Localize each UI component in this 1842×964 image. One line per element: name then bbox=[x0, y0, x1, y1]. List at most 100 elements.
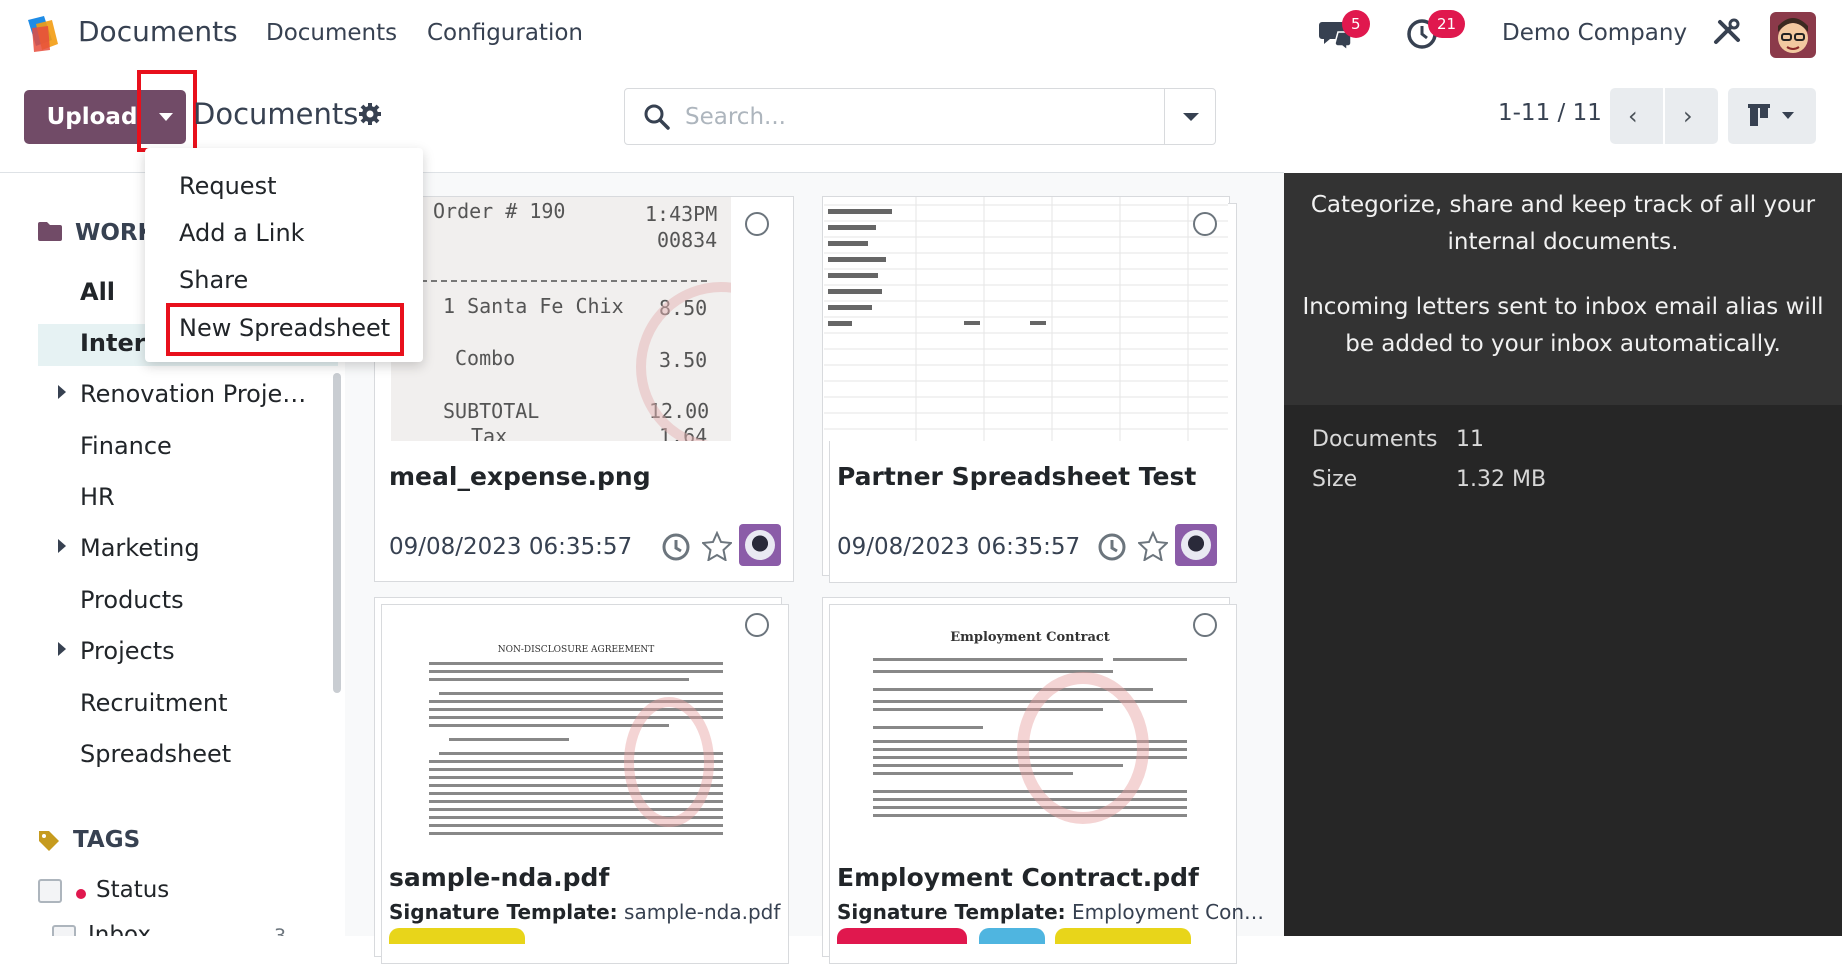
sidebar-item-projects[interactable]: Projects bbox=[80, 637, 175, 665]
documents-app-logo[interactable] bbox=[22, 14, 62, 54]
chevron-left-icon: ‹ bbox=[1628, 102, 1638, 130]
signature-template-label: Signature Template: bbox=[389, 900, 618, 924]
sidebar-item-recruitment[interactable]: Recruitment bbox=[80, 689, 227, 717]
pager-value[interactable]: 1-11 / 11 bbox=[1498, 100, 1602, 126]
document-card[interactable]: Partner Spreadsheet Test 09/08/2023 06:3… bbox=[822, 196, 1237, 583]
menu-item-share[interactable]: Share bbox=[179, 266, 248, 294]
pager-previous-button[interactable]: ‹ bbox=[1610, 88, 1663, 144]
signature-template-line: Signature Template: sample-nda.pdf bbox=[389, 900, 780, 924]
menu-configuration[interactable]: Configuration bbox=[427, 20, 583, 46]
star-icon[interactable] bbox=[702, 531, 732, 561]
select-radio[interactable] bbox=[1193, 212, 1217, 236]
workspace-header: WORK bbox=[75, 220, 156, 246]
signature-template-line: Signature Template: Employment Con… bbox=[837, 900, 1264, 924]
user-avatar[interactable] bbox=[1770, 12, 1816, 58]
messages-badge: 5 bbox=[1342, 10, 1370, 38]
search-bar[interactable]: Search... bbox=[624, 88, 1216, 145]
clock-icon[interactable] bbox=[661, 532, 691, 562]
pager-next-button[interactable]: › bbox=[1665, 88, 1718, 144]
owner-avatar[interactable] bbox=[739, 524, 781, 566]
company-switcher[interactable]: Demo Company bbox=[1502, 20, 1687, 46]
signature-template-value: sample-nda.pdf bbox=[624, 900, 781, 924]
intro-text-1: Categorize, share and keep track of all … bbox=[1310, 192, 1816, 255]
document-date: 09/08/2023 06:35:57 bbox=[389, 534, 633, 560]
star-icon[interactable] bbox=[1138, 531, 1168, 561]
owner-avatar[interactable] bbox=[1175, 524, 1217, 566]
select-radio[interactable] bbox=[745, 613, 769, 637]
tag-icon bbox=[39, 831, 59, 851]
tag-pill[interactable] bbox=[389, 928, 525, 944]
expand-caret-icon[interactable] bbox=[58, 385, 66, 399]
sidebar-item-finance[interactable]: Finance bbox=[80, 432, 172, 460]
receipt-time: 1:43PM bbox=[645, 202, 717, 226]
tag-inbox-count: 3 bbox=[274, 925, 287, 936]
stat-size-label: Size bbox=[1312, 467, 1358, 492]
tag-inbox-label[interactable]: Inbox bbox=[88, 922, 151, 936]
clock-icon[interactable] bbox=[1097, 532, 1127, 562]
tag-inbox-checkbox[interactable] bbox=[52, 925, 76, 936]
details-panel: Categorize, share and keep track of all … bbox=[1284, 173, 1842, 936]
intro-text-2: Incoming letters sent to inbox email ali… bbox=[1302, 294, 1824, 357]
receipt-line2-price: 3.50 bbox=[659, 348, 707, 372]
document-name[interactable]: sample-nda.pdf bbox=[389, 863, 609, 892]
view-switcher-button[interactable] bbox=[1728, 88, 1816, 144]
signature-template-value: Employment Con… bbox=[1072, 900, 1265, 924]
sidebar-scrollbar[interactable] bbox=[333, 373, 341, 693]
document-name[interactable]: Partner Spreadsheet Test bbox=[837, 462, 1196, 491]
document-card[interactable]: Order # 190 1:43PM 00834 1 Santa Fe Chix… bbox=[374, 196, 794, 582]
sidebar-item-hr[interactable]: HR bbox=[80, 483, 115, 511]
tag-status-label[interactable]: Status bbox=[96, 877, 169, 903]
receipt-line2: Combo bbox=[455, 346, 515, 370]
tags-header: TAGS bbox=[73, 827, 141, 853]
select-radio[interactable] bbox=[1193, 613, 1217, 637]
status-dot bbox=[76, 889, 86, 899]
tag-status-checkbox[interactable] bbox=[38, 879, 62, 903]
menu-documents[interactable]: Documents bbox=[266, 20, 397, 46]
search-options-toggle[interactable] bbox=[1164, 88, 1216, 145]
nda-thumb-title: NON-DISCLOSURE AGREEMENT bbox=[498, 645, 655, 655]
sidebar-item-spreadsheet[interactable]: Spreadsheet bbox=[80, 740, 231, 768]
activities-badge: 21 bbox=[1428, 10, 1466, 38]
stat-documents-label: Documents bbox=[1312, 427, 1438, 452]
receipt-thumbnail: Order # 190 1:43PM 00834 1 Santa Fe Chix… bbox=[391, 197, 731, 441]
select-radio[interactable] bbox=[745, 212, 769, 236]
highlight-upload-toggle bbox=[137, 70, 197, 152]
menu-item-request[interactable]: Request bbox=[179, 172, 277, 200]
sidebar-item-all[interactable]: All bbox=[80, 278, 115, 306]
breadcrumb-title: Documents bbox=[193, 97, 359, 131]
menu-item-add-link[interactable]: Add a Link bbox=[179, 219, 305, 247]
top-navbar: Documents Documents Configuration 5 21 D… bbox=[0, 0, 1842, 66]
receipt-tax-label: Tax bbox=[471, 424, 507, 441]
signature-template-label: Signature Template: bbox=[837, 900, 1066, 924]
tag-pill[interactable] bbox=[837, 928, 967, 944]
document-card[interactable]: Employment Contract Employment Contract.… bbox=[822, 597, 1264, 964]
document-name[interactable]: meal_expense.png bbox=[389, 462, 651, 491]
receipt-subtotal-label: SUBTOTAL bbox=[443, 399, 539, 423]
nda-thumbnail: NON-DISCLOSURE AGREEMENT bbox=[409, 642, 743, 842]
search-input[interactable]: Search... bbox=[685, 104, 786, 130]
chevron-right-icon: › bbox=[1683, 102, 1693, 130]
expand-caret-icon[interactable] bbox=[58, 539, 66, 553]
highlight-new-spreadsheet bbox=[166, 303, 404, 356]
debug-tools-icon[interactable] bbox=[1712, 18, 1742, 48]
app-title[interactable]: Documents bbox=[78, 15, 238, 48]
stat-documents-value: 11 bbox=[1456, 427, 1484, 452]
document-card[interactable]: NON-DISCLOSURE AGREEMENT sample-nda.pdf … bbox=[374, 597, 789, 964]
sidebar-item-products[interactable]: Products bbox=[80, 586, 184, 614]
folder-icon bbox=[38, 222, 62, 241]
spreadsheet-thumbnail bbox=[824, 197, 1228, 441]
tag-pill[interactable] bbox=[1055, 928, 1191, 944]
expand-caret-icon[interactable] bbox=[58, 642, 66, 656]
search-icon bbox=[644, 104, 670, 130]
stat-size-value: 1.32 MB bbox=[1456, 467, 1547, 492]
gear-icon[interactable] bbox=[358, 102, 382, 126]
sidebar-item-marketing[interactable]: Marketing bbox=[80, 534, 200, 562]
receipt-code: 00834 bbox=[657, 228, 717, 252]
contract-thumbnail: Employment Contract bbox=[863, 628, 1197, 842]
receipt-line1: 1 Santa Fe Chix bbox=[443, 294, 624, 318]
details-panel-header: Categorize, share and keep track of all … bbox=[1284, 173, 1842, 405]
document-date: 09/08/2023 06:35:57 bbox=[837, 534, 1081, 560]
document-name[interactable]: Employment Contract.pdf bbox=[837, 863, 1199, 892]
tag-pill[interactable] bbox=[979, 928, 1045, 944]
sidebar-item-renovation[interactable]: Renovation Proje… bbox=[80, 380, 306, 408]
